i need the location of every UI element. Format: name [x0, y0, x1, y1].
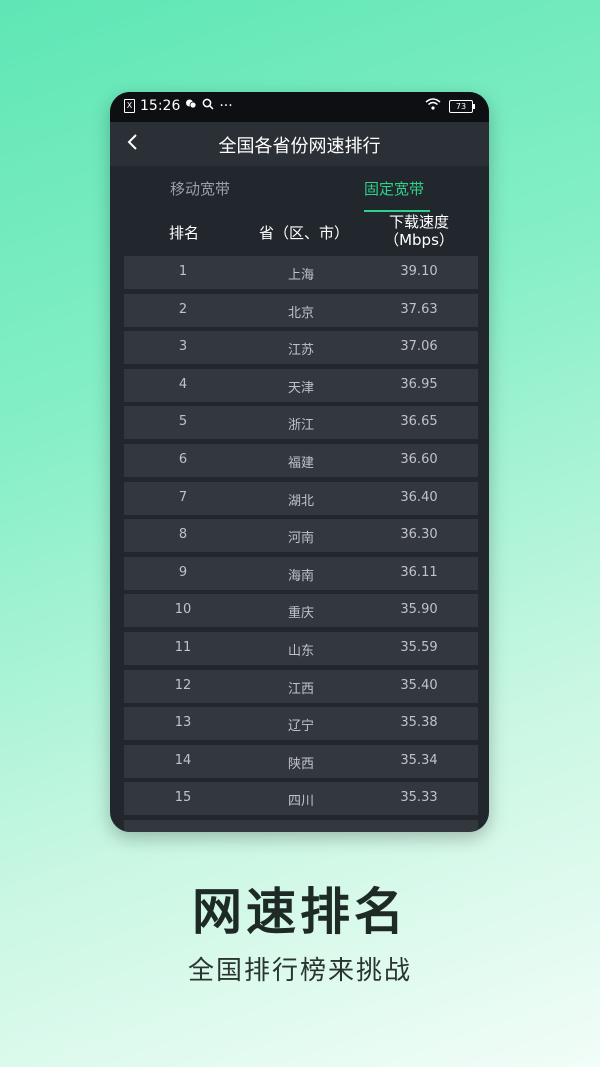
header-rank: 排名	[168, 224, 199, 242]
search-icon	[202, 98, 214, 114]
nav-bar: 全国各省份网速排行	[110, 122, 489, 166]
table-row[interactable]: 2 北京 37.63	[124, 293, 478, 327]
table-row[interactable]: 3 江苏 37.06	[124, 331, 478, 365]
row-province: 上海	[287, 268, 314, 283]
page-title: 全国各省份网速排行	[218, 136, 381, 157]
status-time: 15:26	[140, 98, 181, 114]
table-row[interactable]: 7 湖北 36.40	[124, 481, 478, 515]
table-row[interactable]: 9 海南 36.11	[124, 556, 478, 590]
row-rank: 8	[178, 527, 188, 543]
row-speed: 35.38	[400, 715, 438, 731]
table-row-partial	[124, 819, 478, 832]
table-row[interactable]: 5 浙江 36.65	[124, 406, 478, 440]
row-speed: 35.59	[400, 639, 438, 655]
table-row[interactable]: 10 重庆 35.90	[124, 594, 478, 628]
row-province: 北京	[287, 305, 314, 321]
row-province: 陕西	[287, 756, 314, 772]
row-speed: 35.33	[400, 790, 438, 806]
table-row[interactable]: 8 河南 36.30	[124, 519, 478, 553]
ranking-table: 1 上海 39.10 2 北京 37.63 3 江苏 37.06 4 天津 36.95 5 浙江 3…	[124, 256, 478, 832]
wifi-icon	[425, 98, 441, 114]
more-dots-icon: ···	[219, 98, 233, 114]
row-province: 福建	[287, 455, 314, 471]
row-province: 辽宁	[287, 719, 314, 735]
table-row[interactable]: 13 辽宁 35.38	[124, 707, 478, 741]
row-rank: 3	[178, 339, 188, 355]
table-row[interactable]: 1 上海 39.10	[124, 256, 478, 289]
row-rank: 13	[174, 715, 192, 731]
row-speed: 35.34	[400, 752, 438, 768]
row-rank: 14	[174, 752, 192, 768]
table-row[interactable]: 12 江西 35.40	[124, 669, 478, 703]
row-rank: 2	[178, 301, 188, 317]
row-speed: 36.65	[400, 414, 438, 430]
row-speed: 36.60	[400, 451, 438, 467]
promo-subtitle: 全国排行榜来挑战	[187, 956, 412, 986]
row-speed: 36.95	[400, 376, 438, 392]
row-rank: 9	[178, 564, 188, 580]
row-rank: 10	[174, 602, 192, 618]
row-province: 四川	[287, 794, 314, 810]
table-row[interactable]: 15 四川 35.33	[124, 782, 478, 816]
tab-bar: 移动宽带 固定宽带	[110, 166, 489, 212]
row-rank: 1	[178, 264, 188, 279]
row-rank: 4	[178, 376, 188, 392]
header-province: 省（区、市）	[258, 224, 349, 242]
row-speed: 39.10	[400, 264, 438, 279]
header-speed-unit: （Mbps）	[384, 231, 454, 249]
sim-card-icon: X	[124, 99, 135, 113]
row-province: 湖北	[287, 493, 314, 509]
row-province: 山东	[287, 643, 314, 659]
row-speed: 35.40	[400, 677, 438, 693]
row-speed: 35.90	[400, 602, 438, 618]
row-speed: 37.06	[400, 339, 438, 355]
row-rank: 11	[174, 639, 192, 655]
table-header: 排名 省（区、市） 下载速度 （Mbps）	[124, 212, 478, 254]
status-bar: X 15:26 ··· 73	[110, 92, 489, 122]
row-province: 江西	[287, 681, 314, 697]
tab-mobile-broadband[interactable]: 移动宽带	[170, 178, 230, 199]
row-rank: 12	[174, 677, 192, 693]
row-speed: 36.30	[400, 527, 438, 543]
row-speed: 37.63	[400, 301, 438, 317]
phone-frame: X 15:26 ··· 73 全国各省份网速排行 移动宽带 固定宽带 排名 省（…	[110, 92, 489, 832]
header-speed-title: 下载速度	[388, 213, 449, 231]
wechat-icon	[185, 98, 197, 114]
row-province: 江苏	[287, 343, 314, 359]
row-rank: 15	[174, 790, 192, 806]
row-rank: 6	[178, 451, 188, 467]
battery-icon: 73	[449, 99, 475, 113]
row-rank: 7	[178, 489, 188, 505]
row-speed: 36.11	[400, 564, 438, 580]
table-row[interactable]: 6 福建 36.60	[124, 443, 478, 477]
promo-title: 网速排名	[192, 883, 408, 941]
row-speed: 36.40	[400, 489, 438, 505]
table-row[interactable]: 4 天津 36.95	[124, 368, 478, 402]
row-province: 重庆	[287, 606, 314, 622]
table-row[interactable]: 11 山东 35.59	[124, 631, 478, 665]
row-rank: 5	[178, 414, 188, 430]
table-row[interactable]: 14 陕西 35.34	[124, 744, 478, 778]
row-province: 浙江	[287, 418, 314, 434]
row-province: 河南	[287, 531, 314, 547]
row-province: 天津	[287, 380, 314, 396]
header-speed: 下载速度 （Mbps）	[374, 213, 464, 249]
tab-fixed-broadband[interactable]: 固定宽带	[364, 178, 424, 199]
row-province: 海南	[287, 568, 314, 584]
